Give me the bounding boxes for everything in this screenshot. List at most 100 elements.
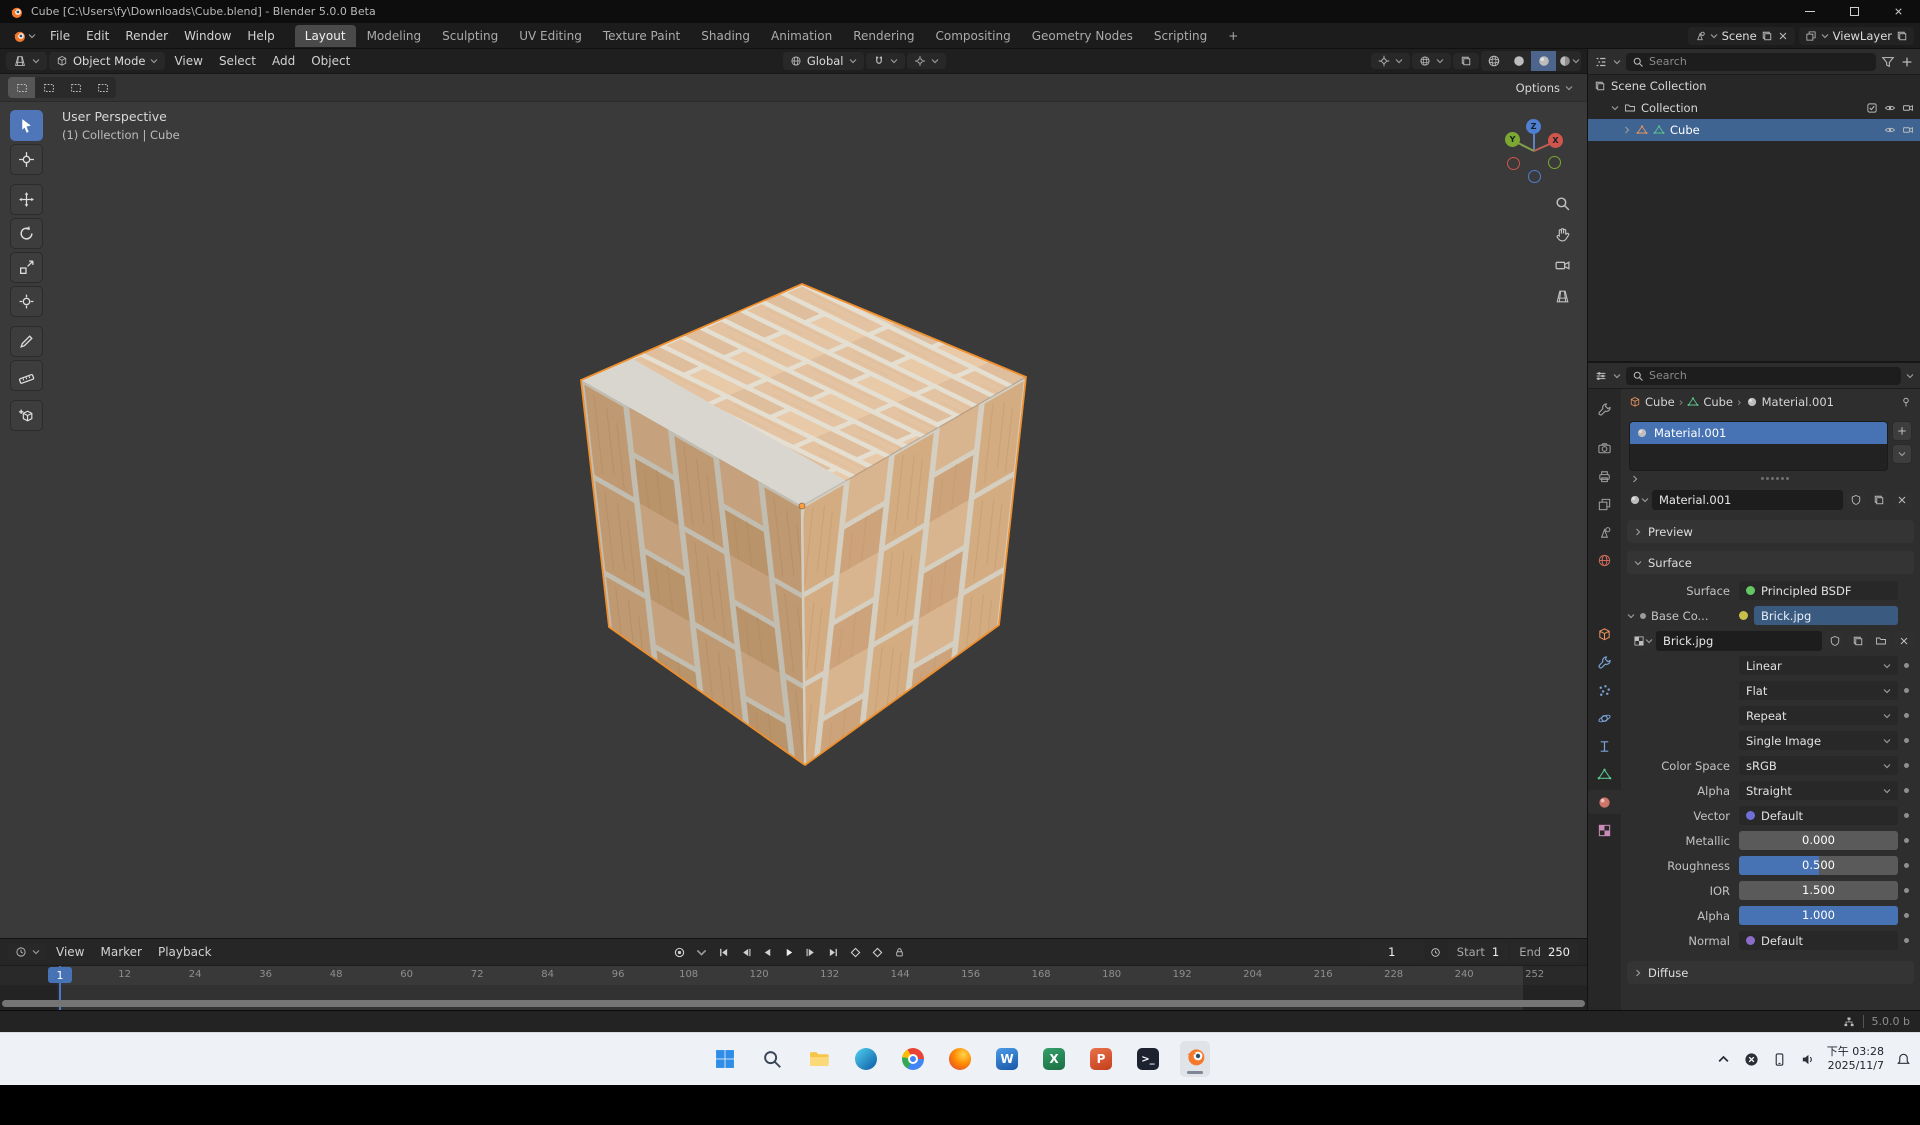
keyframe-dot[interactable]: [1898, 663, 1914, 668]
jump-to-start-button[interactable]: [713, 943, 733, 961]
select-mode-intersect[interactable]: [89, 77, 116, 98]
ior-slider[interactable]: 1.500: [1739, 881, 1898, 900]
blender-app-menu[interactable]: [6, 29, 42, 43]
snapping-dropdown[interactable]: [866, 53, 905, 69]
menu-render[interactable]: Render: [117, 26, 176, 46]
close-button[interactable]: [1876, 0, 1920, 23]
keyframe-dot[interactable]: [1898, 738, 1914, 743]
keyframe-jump-prev-button[interactable]: [845, 943, 865, 961]
outliner-editor-icon[interactable]: [1594, 55, 1608, 69]
keyframe-jump-next-button[interactable]: [867, 943, 887, 961]
viewlayer-selector[interactable]: ViewLayer: [1799, 27, 1914, 45]
tab-scene[interactable]: [1588, 520, 1621, 544]
workspace-tab-animation[interactable]: Animation: [761, 25, 842, 47]
keyframe-dot[interactable]: [1898, 863, 1914, 868]
tool-scale[interactable]: [10, 252, 43, 283]
keyframe-dot[interactable]: [1898, 813, 1914, 818]
unlink-material-button[interactable]: [1892, 491, 1912, 510]
gizmo-minus-y-axis[interactable]: [1548, 156, 1561, 169]
preview-panel-header[interactable]: Preview: [1627, 520, 1914, 543]
mode-dropdown[interactable]: Object Mode: [49, 52, 165, 70]
minimize-button[interactable]: [1788, 0, 1832, 23]
keyframe-dot[interactable]: [1898, 713, 1914, 718]
keyframe-dot[interactable]: [1898, 788, 1914, 793]
roughness-slider[interactable]: 0.500: [1739, 856, 1898, 875]
workspace-tab-sculpting[interactable]: Sculpting: [432, 25, 508, 47]
tool-move[interactable]: [10, 184, 43, 215]
tool-add-cube[interactable]: [10, 400, 43, 431]
tool-transform[interactable]: [10, 286, 43, 317]
tab-modifiers[interactable]: [1588, 650, 1621, 674]
gizmo-minus-x-axis[interactable]: [1507, 157, 1520, 170]
tab-output[interactable]: [1588, 464, 1621, 488]
tray-status-button[interactable]: [1743, 1050, 1761, 1068]
shading-solid-button[interactable]: [1506, 51, 1531, 71]
new-viewlayer-icon[interactable]: [1896, 30, 1908, 42]
blender-taskbar-button[interactable]: [1180, 1041, 1210, 1077]
transform-orientation-dropdown[interactable]: Global: [783, 52, 864, 70]
shading-rendered-button[interactable]: [1556, 51, 1581, 71]
properties-search-input[interactable]: Search: [1626, 367, 1901, 385]
outliner-row-cube[interactable]: Cube: [1588, 119, 1920, 141]
auto-keying-button[interactable]: [669, 943, 689, 961]
gizmo-minus-z-axis[interactable]: [1528, 170, 1541, 183]
timeline-menu-playback[interactable]: Playback: [151, 942, 219, 962]
alpha-mode-dropdown[interactable]: Straight: [1739, 781, 1898, 800]
gizmo-x-axis[interactable]: X: [1548, 133, 1563, 148]
viewport-menu-add[interactable]: Add: [265, 51, 302, 71]
firefox-button[interactable]: [945, 1041, 975, 1077]
outliner-search-input[interactable]: Search: [1626, 53, 1876, 71]
material-slot-active[interactable]: Material.001: [1630, 422, 1887, 444]
slot-specials-button[interactable]: [1892, 444, 1912, 464]
menu-edit[interactable]: Edit: [78, 26, 117, 46]
exclude-checkbox-icon[interactable]: [1866, 102, 1878, 114]
keyframe-dot[interactable]: [1898, 938, 1914, 943]
projection-dropdown[interactable]: Flat: [1739, 681, 1898, 700]
previous-keyframe-button[interactable]: [735, 943, 755, 961]
keyframe-dot[interactable]: [1898, 913, 1914, 918]
render-camera-icon[interactable]: [1902, 124, 1914, 136]
tray-expand-button[interactable]: [1715, 1050, 1733, 1068]
timeline-menu-view[interactable]: View: [49, 942, 91, 962]
workspace-tab-rendering[interactable]: Rendering: [843, 25, 924, 47]
textured-cube[interactable]: [581, 284, 1026, 765]
unlink-scene-icon[interactable]: [1777, 30, 1789, 42]
interpolation-dropdown[interactable]: Linear: [1739, 656, 1898, 675]
timeline-editor-type-button[interactable]: [8, 944, 47, 960]
color-space-dropdown[interactable]: sRGB: [1739, 756, 1898, 775]
properties-editor-icon[interactable]: [1594, 369, 1608, 383]
proportional-editing-dropdown[interactable]: [907, 53, 946, 69]
start-button[interactable]: [710, 1041, 740, 1077]
workspace-tab-layout[interactable]: Layout: [295, 25, 356, 47]
viewport-menu-select[interactable]: Select: [212, 51, 263, 71]
jump-to-end-button[interactable]: [823, 943, 843, 961]
gizmo-y-axis[interactable]: Y: [1505, 132, 1520, 147]
viewport-menu-object[interactable]: Object: [304, 51, 357, 71]
camera-view-button[interactable]: [1551, 254, 1573, 276]
workspace-tab-compositing[interactable]: Compositing: [925, 25, 1020, 47]
extension-dropdown[interactable]: Repeat: [1739, 706, 1898, 725]
shading-wireframe-button[interactable]: [1481, 51, 1506, 71]
maximize-button[interactable]: [1832, 0, 1876, 23]
taskbar-clock[interactable]: 下午 03:28 2025/11/7: [1827, 1045, 1884, 1073]
diffuse-panel-header[interactable]: Diffuse: [1627, 961, 1914, 984]
keyframe-dot[interactable]: [1898, 763, 1914, 768]
file-explorer-button[interactable]: [804, 1041, 834, 1077]
tool-3d-cursor[interactable]: [10, 144, 43, 175]
menu-file[interactable]: File: [42, 26, 78, 46]
new-collection-icon[interactable]: [1900, 55, 1914, 69]
workspace-tab-texture-paint[interactable]: Texture Paint: [593, 25, 690, 47]
phone-link-button[interactable]: [1771, 1050, 1789, 1068]
image-copy-button[interactable]: [1848, 631, 1868, 650]
tool-annotate[interactable]: [10, 326, 43, 357]
keyframe-dot[interactable]: [1898, 838, 1914, 843]
workspace-tab-geometry-nodes[interactable]: Geometry Nodes: [1022, 25, 1143, 47]
3d-viewport[interactable]: User Perspective (1) Collection | Cube: [0, 102, 1587, 938]
terminal-button[interactable]: >_: [1133, 1041, 1163, 1077]
image-source-dropdown[interactable]: Single Image: [1739, 731, 1898, 750]
browse-material-button[interactable]: [1629, 491, 1649, 510]
material-name-field[interactable]: Material.001: [1652, 490, 1843, 510]
volume-button[interactable]: [1799, 1050, 1817, 1068]
timeline-ruler[interactable]: 1224364860728496108120132144156168180192…: [0, 965, 1587, 1010]
alpha-slider[interactable]: 1.000: [1739, 906, 1898, 925]
